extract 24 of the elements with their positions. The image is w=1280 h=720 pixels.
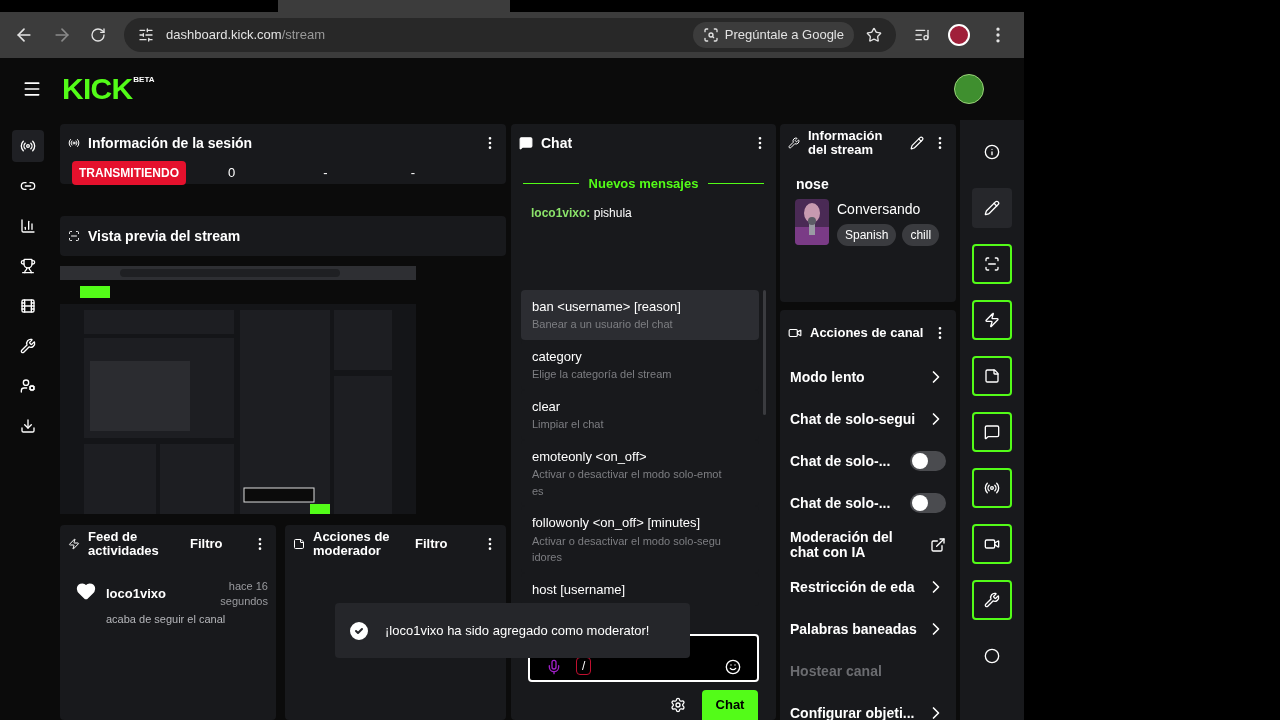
toast-message: ¡loco1vixo ha sido agregado como moderator! xyxy=(385,621,650,640)
session-stat: 0 xyxy=(228,164,237,183)
channel-action-item: Hostear canal xyxy=(790,661,882,681)
activity-text: acaba de seguir el canal xyxy=(106,612,227,627)
session-stat: - xyxy=(323,164,329,183)
panel-title: Acciones de moderador xyxy=(313,530,391,558)
live-status-badge: TRANSMITIENDO xyxy=(72,161,186,185)
toggle-label: Chat de solo-... xyxy=(790,451,891,471)
panel-title: Acciones de canal xyxy=(810,326,924,340)
category-name: Conversando xyxy=(837,200,922,219)
activity-time: hace 16 segundos xyxy=(219,579,268,609)
stream-title: nose xyxy=(796,175,830,194)
new-messages-divider: Nuevos mensajes xyxy=(588,175,699,193)
toggle-label: Chat de solo-... xyxy=(790,493,891,513)
activity-user: loco1vixo xyxy=(106,585,166,603)
panel-title: Información del stream xyxy=(808,129,884,157)
panel-title: Chat xyxy=(541,133,574,153)
panel-title: Vista previa del stream xyxy=(88,226,241,246)
chat-message: loco1vixo: pishula xyxy=(530,204,633,222)
panel-title: Información de la sesión xyxy=(88,133,254,153)
url-text: dashboard.kick.com/stream xyxy=(166,26,326,45)
session-stat: - xyxy=(410,164,416,183)
panel-title: Feed de actividades xyxy=(88,530,160,558)
beta-label: BETA xyxy=(133,74,155,86)
